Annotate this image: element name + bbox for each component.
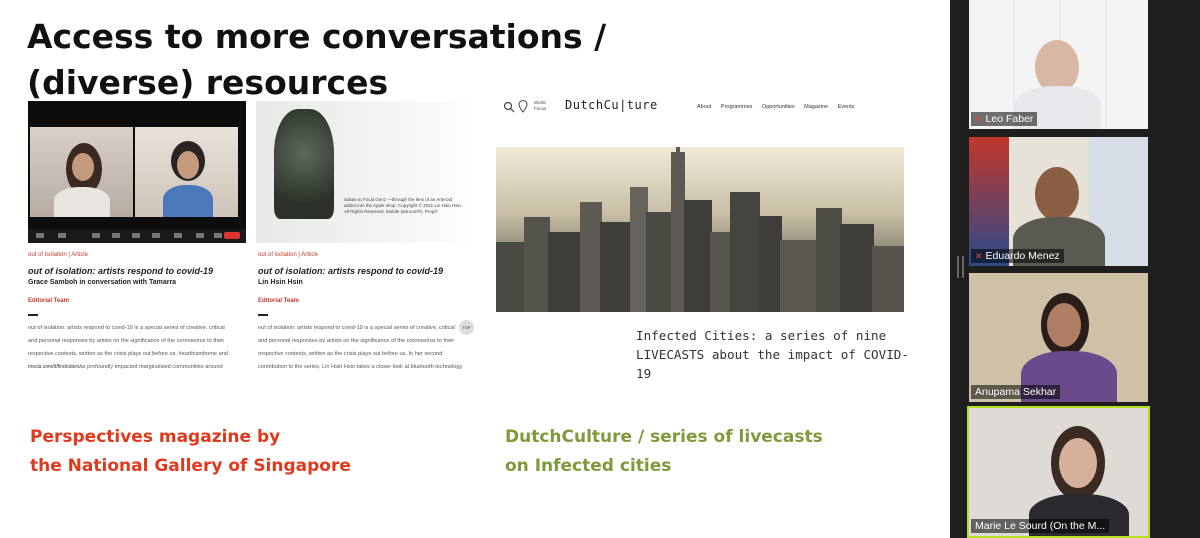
- muted-mic-icon: ✕: [975, 114, 983, 124]
- location-pin-icon[interactable]: [518, 100, 528, 113]
- image-caption: Salute to Focal Genz —through the lens o…: [344, 197, 463, 214]
- divider-dash-2: [258, 314, 268, 316]
- participant-name: Anupama Sekhar: [971, 385, 1061, 399]
- nav-events[interactable]: Events: [838, 104, 855, 110]
- participant-name: Marie Le Sourd (On the M...: [971, 519, 1110, 533]
- article-subtitle-2: Lin Hsin Hsin: [258, 279, 303, 286]
- participant-tile-leo-faber[interactable]: ✕ Leo Faber: [969, 0, 1148, 129]
- participant-name: ✕ Eduardo Menez: [971, 249, 1064, 263]
- city-skyline-image: [496, 147, 904, 312]
- nav-programmes[interactable]: Programmes: [721, 104, 752, 110]
- slide-title-line-1: Access to more conversations /: [27, 17, 607, 56]
- article-title-1[interactable]: out of isolation: artists respond to cov…: [28, 266, 213, 276]
- participant-tile-marie-le-sourd-active-speaker[interactable]: Marie Le Sourd (On the M...: [967, 406, 1150, 538]
- back-to-top-button[interactable]: TOP: [459, 320, 474, 335]
- article-category-1: out of isolation | Article: [28, 252, 88, 258]
- participant-name: ✕ Leo Faber: [971, 112, 1038, 126]
- search-icon[interactable]: [503, 101, 515, 113]
- zoom-call-screenshot: [28, 101, 246, 243]
- dutchculture-nav: About Programmes Opportunities Magazine …: [697, 104, 862, 110]
- caption-perspectives: Perspectives magazine by the National Ga…: [30, 427, 351, 476]
- zoom-toolbar: [28, 229, 246, 243]
- participant-tile-eduardo-menez[interactable]: ✕ Eduardo Menez: [969, 137, 1148, 266]
- article-body-2: out of isolation: artists respond to cov…: [258, 325, 463, 370]
- article-category-2: out of isolation | Article: [258, 252, 318, 258]
- nav-magazine[interactable]: Magazine: [804, 104, 828, 110]
- article-title-2[interactable]: out of isolation: artists respond to cov…: [258, 266, 443, 276]
- muted-mic-icon: ✕: [975, 251, 983, 261]
- video-cell-right: [135, 127, 238, 217]
- article-subtitle-1: Grace Samboh in conversation with Tamarr…: [28, 279, 177, 286]
- video-cell-left: [30, 127, 133, 217]
- participant-tile-anupama-sekhar[interactable]: Anupama Sekhar: [969, 273, 1148, 402]
- nav-opportunities[interactable]: Opportunities: [762, 104, 795, 110]
- editorial-team-2: Editorial Team: [258, 298, 299, 304]
- caption-dutchculture: DutchCulture / series of livecasts on In…: [505, 427, 823, 476]
- shared-slide: Access to more conversations / (diverse)…: [0, 0, 950, 538]
- dutchculture-caption[interactable]: Infected Cities: a series of nine LIVECA…: [636, 326, 916, 383]
- dutchculture-header: World Focus DutchCu|ture About Programme…: [500, 96, 920, 120]
- nav-about[interactable]: About: [697, 104, 711, 110]
- world-focus-label[interactable]: World Focus: [534, 100, 556, 112]
- plant-image: Salute to Focal Genz —through the lens o…: [256, 101, 478, 243]
- panel-resize-handle[interactable]: [957, 256, 964, 278]
- dutchculture-logo[interactable]: DutchCu|ture: [565, 98, 658, 112]
- slide-title: Access to more conversations / (diverse)…: [27, 14, 667, 106]
- divider-dash-1: [28, 314, 38, 316]
- footer-url[interactable]: mocla.com/tt/findouters/: [28, 361, 82, 374]
- editorial-team-1: Editorial Team: [28, 298, 69, 304]
